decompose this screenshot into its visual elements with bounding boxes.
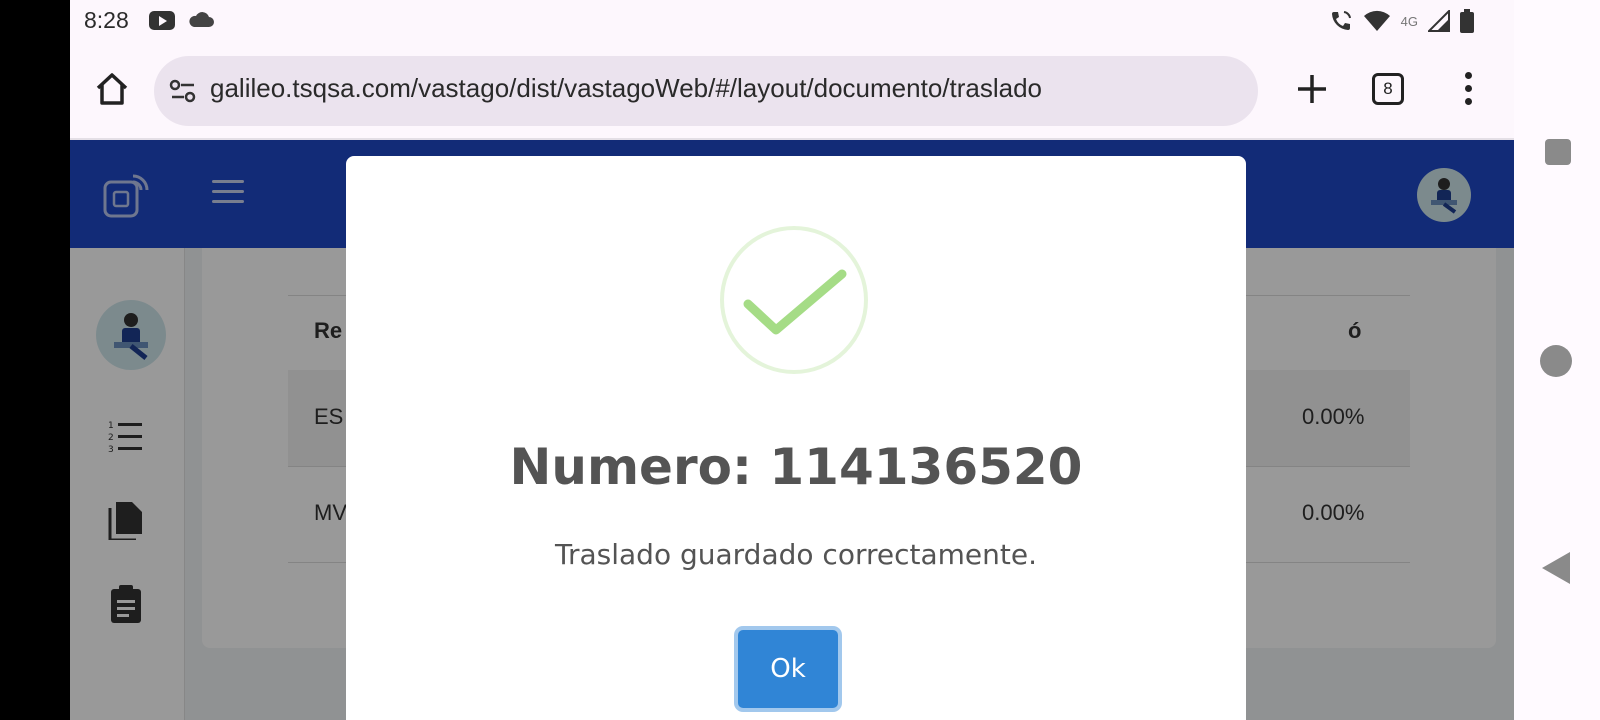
status-bar: 8:28 4G — [70, 0, 1514, 42]
wifi-icon — [1363, 10, 1390, 31]
home-icon[interactable] — [92, 69, 132, 109]
wifi-call-icon — [1331, 11, 1351, 30]
ok-button[interactable]: Ok — [738, 630, 838, 708]
status-icons: 4G — [1329, 8, 1474, 34]
address-bar[interactable]: galileo.tsqsa.com/vastago/dist/vastagoWe… — [154, 56, 1258, 126]
dialog-title: Numero: 114136520 — [509, 438, 1083, 496]
url-text[interactable]: galileo.tsqsa.com/vastago/dist/vastagoWe… — [210, 73, 1042, 104]
cloud-icon — [189, 12, 214, 27]
more-vert-icon[interactable] — [1462, 72, 1474, 108]
browser-toolbar: galileo.tsqsa.com/vastago/dist/vastagoWe… — [70, 42, 1514, 140]
status-time: 8:28 — [84, 7, 129, 33]
android-home-icon[interactable] — [1540, 345, 1572, 377]
plus-icon[interactable] — [1292, 69, 1332, 109]
battery-icon — [1460, 9, 1474, 33]
dialog-message: Traslado guardado correctamente. — [555, 538, 1037, 571]
success-check-icon — [743, 269, 847, 335]
signal-icon — [1428, 10, 1450, 32]
tabs-icon[interactable]: 8 — [1372, 73, 1404, 105]
youtube-icon — [149, 11, 175, 30]
phone-screen: 8:28 4G galileo.tsqsa.com/vastago/dist/v… — [70, 0, 1514, 720]
site-settings-icon[interactable] — [168, 76, 198, 106]
left-letterbox — [0, 0, 70, 720]
network-type-label: 4G — [1400, 13, 1418, 29]
back-icon[interactable] — [1542, 552, 1570, 584]
success-dialog: Numero: 114136520 Traslado guardado corr… — [346, 156, 1246, 720]
recents-icon[interactable] — [1545, 139, 1571, 165]
